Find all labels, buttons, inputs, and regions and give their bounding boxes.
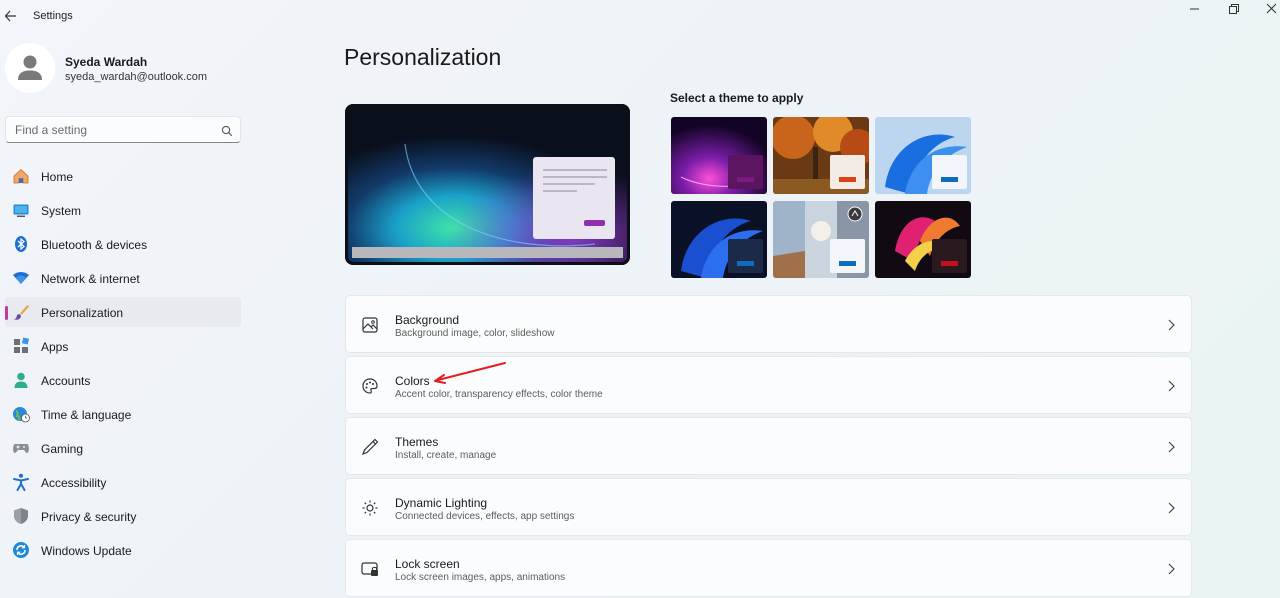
sidebar-item-apps[interactable]: Apps xyxy=(5,331,241,361)
sidebar-item-accessibility[interactable]: Accessibility xyxy=(5,467,241,497)
sidebar-item-bluetooth[interactable]: Bluetooth & devices xyxy=(5,229,241,259)
theme-tile-flowers-spotlight[interactable] xyxy=(773,201,869,278)
avatar[interactable] xyxy=(5,43,55,93)
accessibility-icon xyxy=(12,473,30,491)
setting-themes[interactable]: Themes Install, create, manage xyxy=(345,417,1192,475)
close-icon xyxy=(1266,3,1277,14)
user-avatar-icon xyxy=(18,55,42,80)
sidebar-nav: Home System Bluetooth & devices Network … xyxy=(5,161,241,569)
sidebar-item-label: Time & language xyxy=(41,408,132,422)
sidebar-item-personalization[interactable]: Personalization xyxy=(5,297,241,327)
theme-preview xyxy=(345,104,630,265)
user-email: syeda_wardah@outlook.com xyxy=(65,71,208,83)
chevron-right-icon xyxy=(1166,501,1176,515)
sidebar-item-label: Bluetooth & devices xyxy=(41,238,148,252)
brush-icon xyxy=(12,303,30,321)
sidebar-item-label: Windows Update xyxy=(41,544,132,558)
sidebar-item-home[interactable]: Home xyxy=(5,161,241,191)
lighting-icon xyxy=(360,498,380,518)
lock-screen-icon xyxy=(360,559,380,579)
chevron-right-icon xyxy=(1166,318,1176,332)
row-title: Lock screen xyxy=(395,557,460,571)
page-title: Personalization xyxy=(344,44,502,70)
sidebar-item-label: System xyxy=(41,204,82,218)
person-icon xyxy=(12,371,30,389)
wifi-icon xyxy=(12,269,30,287)
sidebar-item-label: Apps xyxy=(41,340,69,354)
sidebar-item-accounts[interactable]: Accounts xyxy=(5,365,241,395)
settings-list: Background Background image, color, slid… xyxy=(345,295,1192,598)
shield-icon xyxy=(12,507,30,525)
theme-tile-dark-bloom[interactable] xyxy=(671,201,767,278)
row-title: Dynamic Lighting xyxy=(395,496,488,510)
app-title: Settings xyxy=(33,10,73,22)
minimize-button[interactable] xyxy=(1186,2,1204,16)
sidebar-item-windows-update[interactable]: Windows Update xyxy=(5,535,241,565)
search-icon[interactable] xyxy=(221,124,233,137)
update-icon xyxy=(12,541,30,559)
close-button[interactable] xyxy=(1263,2,1280,16)
sidebar-item-privacy-security[interactable]: Privacy & security xyxy=(5,501,241,531)
chevron-right-icon xyxy=(1166,562,1176,576)
preview-wallpaper xyxy=(345,104,630,265)
minimize-icon xyxy=(1190,8,1199,10)
palette-icon xyxy=(360,376,380,396)
row-subtitle: Connected devices, effects, app settings xyxy=(395,511,575,522)
pen-icon xyxy=(360,437,380,457)
search-box[interactable] xyxy=(5,116,241,143)
system-icon xyxy=(12,201,30,219)
theme-tile-light-bloom[interactable] xyxy=(875,117,971,194)
sidebar-item-gaming[interactable]: Gaming xyxy=(5,433,241,463)
bluetooth-icon xyxy=(12,235,30,253)
setting-lock-screen[interactable]: Lock screen Lock screen images, apps, an… xyxy=(345,539,1192,597)
setting-colors[interactable]: Colors Accent color, transparency effect… xyxy=(345,356,1192,414)
row-subtitle: Install, create, manage xyxy=(395,450,497,461)
back-arrow-icon xyxy=(4,10,16,22)
theme-tile-purple-glow[interactable] xyxy=(671,117,767,194)
sidebar-item-label: Accessibility xyxy=(41,476,107,490)
sidebar-item-label: Home xyxy=(41,170,74,184)
chevron-right-icon xyxy=(1166,379,1176,393)
sidebar-item-label: Network & internet xyxy=(41,272,140,286)
row-subtitle: Lock screen images, apps, animations xyxy=(395,572,566,583)
row-title: Colors xyxy=(395,374,430,388)
setting-background[interactable]: Background Background image, color, slid… xyxy=(345,295,1192,353)
row-subtitle: Accent color, transparency effects, colo… xyxy=(395,389,603,400)
setting-dynamic-lighting[interactable]: Dynamic Lighting Connected devices, effe… xyxy=(345,478,1192,536)
row-subtitle: Background image, color, slideshow xyxy=(395,328,555,339)
row-title: Themes xyxy=(395,435,439,449)
sidebar-item-label: Privacy & security xyxy=(41,510,137,524)
themes-label: Select a theme to apply xyxy=(670,91,804,105)
sidebar-item-network[interactable]: Network & internet xyxy=(5,263,241,293)
globe-icon xyxy=(12,405,30,423)
sidebar-item-system[interactable]: System xyxy=(5,195,241,225)
sidebar-item-time-language[interactable]: Time & language xyxy=(5,399,241,429)
row-title: Background xyxy=(395,313,460,327)
theme-tile-autumn-forest[interactable] xyxy=(773,117,869,194)
back-button[interactable] xyxy=(4,7,20,25)
sidebar-item-label: Personalization xyxy=(41,306,124,320)
sidebar-item-label: Gaming xyxy=(41,442,84,456)
title-bar: Settings xyxy=(0,0,1280,32)
theme-tile-captured-motion[interactable] xyxy=(875,201,971,278)
chevron-right-icon xyxy=(1166,440,1176,454)
apps-icon xyxy=(12,337,30,355)
sidebar-item-label: Accounts xyxy=(41,374,91,388)
home-icon xyxy=(12,167,30,185)
restore-icon xyxy=(1229,4,1239,14)
search-input[interactable] xyxy=(6,117,216,142)
restore-button[interactable] xyxy=(1225,2,1243,16)
gamepad-icon xyxy=(12,439,30,457)
user-name: Syeda Wardah xyxy=(65,55,148,69)
image-icon xyxy=(360,315,380,335)
